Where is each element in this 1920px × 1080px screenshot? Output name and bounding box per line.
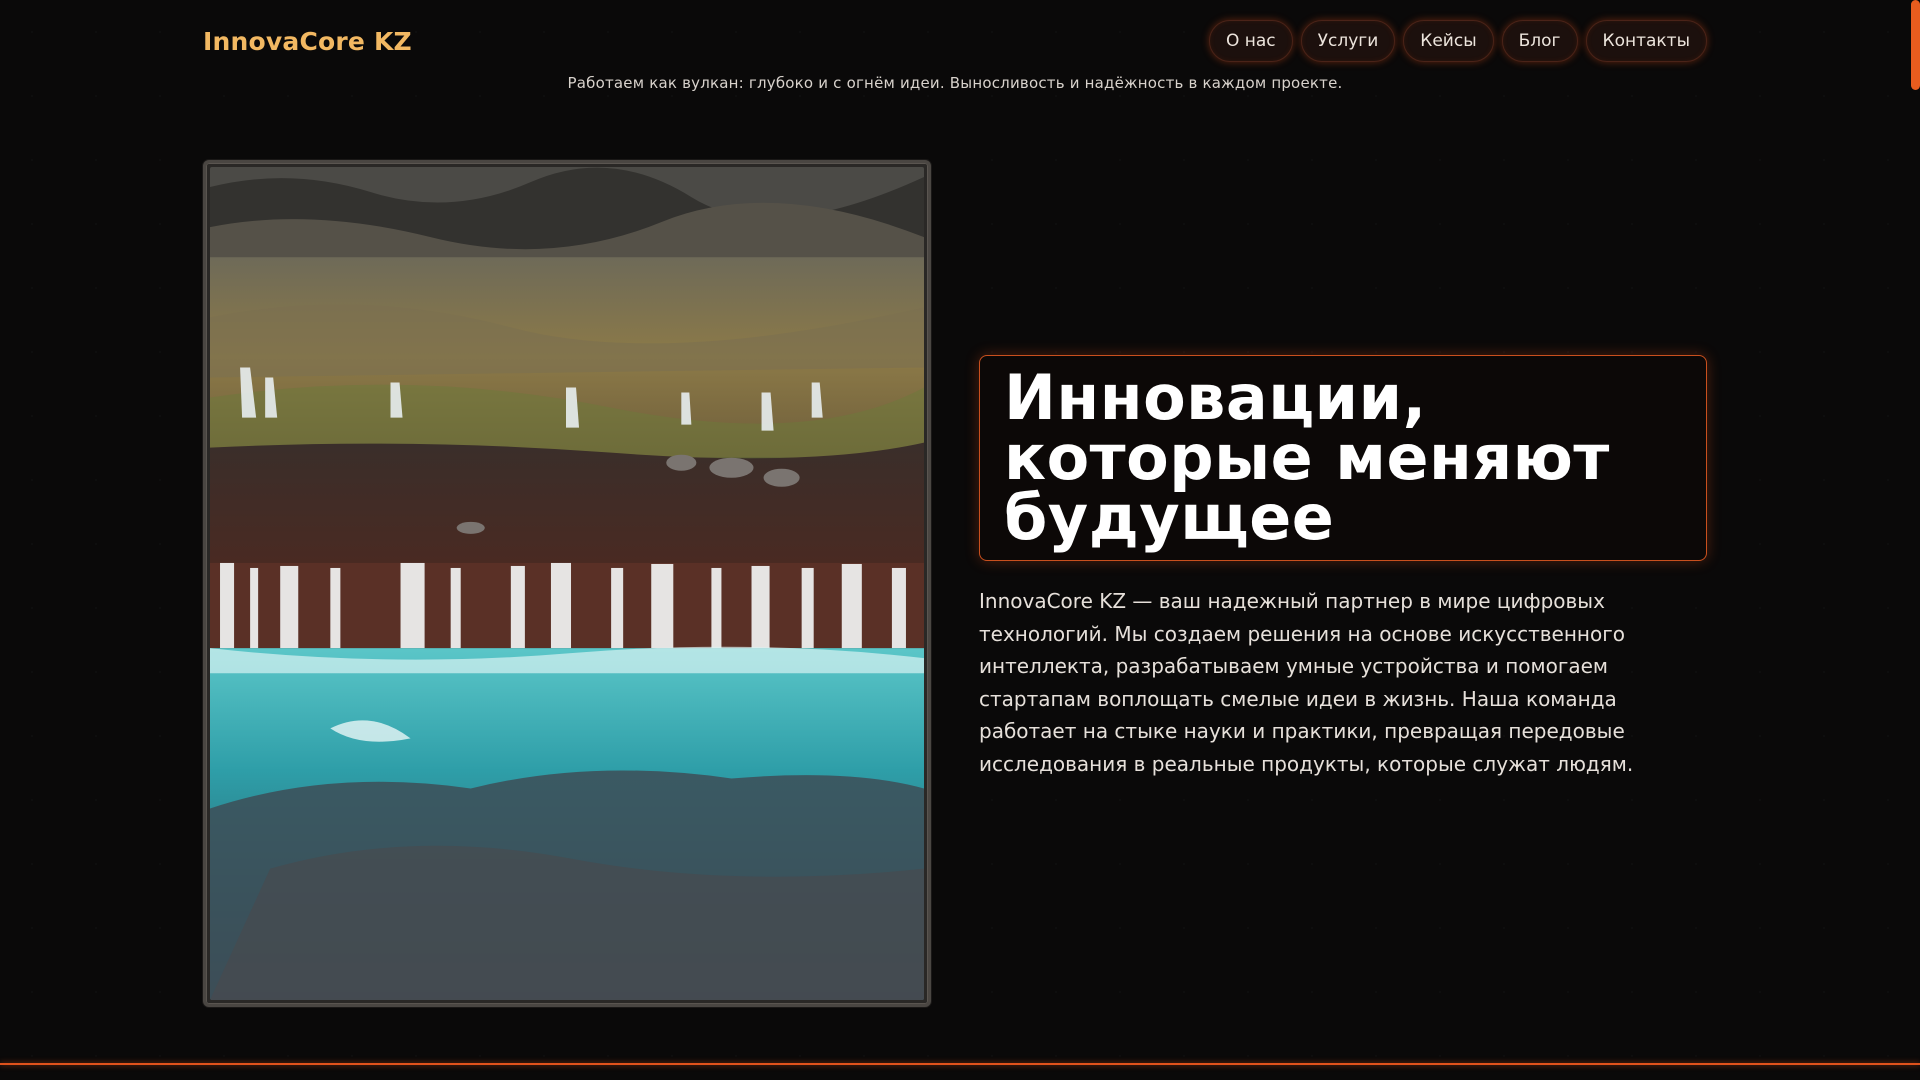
hero-description: InnovaCore KZ — ваш надежный партнер в м… [979, 589, 1634, 776]
nav-item-cases[interactable]: Кейсы [1403, 20, 1494, 62]
hero-image-frame [203, 160, 931, 1007]
site-header: InnovaCore KZ О нас Услуги Кейсы Блог Ко… [203, 18, 1707, 64]
nav-item-about[interactable]: О нас [1208, 20, 1293, 62]
waterfall-illustration [210, 167, 924, 1000]
nav-item-services[interactable]: Услуги [1300, 20, 1396, 62]
logo[interactable]: InnovaCore KZ [203, 27, 412, 56]
main-nav: О нас Услуги Кейсы Блог Контакты [1208, 20, 1707, 62]
bottom-divider [0, 1063, 1920, 1065]
scrollbar-thumb[interactable] [1911, 0, 1920, 90]
hero-headline: Инновации, которые меняют будущее [1004, 361, 1610, 554]
headline-box: Инновации, которые меняют будущее [979, 355, 1707, 561]
hero-image-waterfall [210, 167, 924, 1000]
nav-item-blog[interactable]: Блог [1501, 20, 1578, 62]
tagline: Работаем как вулкан: глубоко и с огнём и… [567, 74, 1343, 92]
page: InnovaCore KZ О нас Услуги Кейсы Блог Ко… [0, 0, 1920, 1080]
nav-item-contacts[interactable]: Контакты [1585, 20, 1707, 62]
